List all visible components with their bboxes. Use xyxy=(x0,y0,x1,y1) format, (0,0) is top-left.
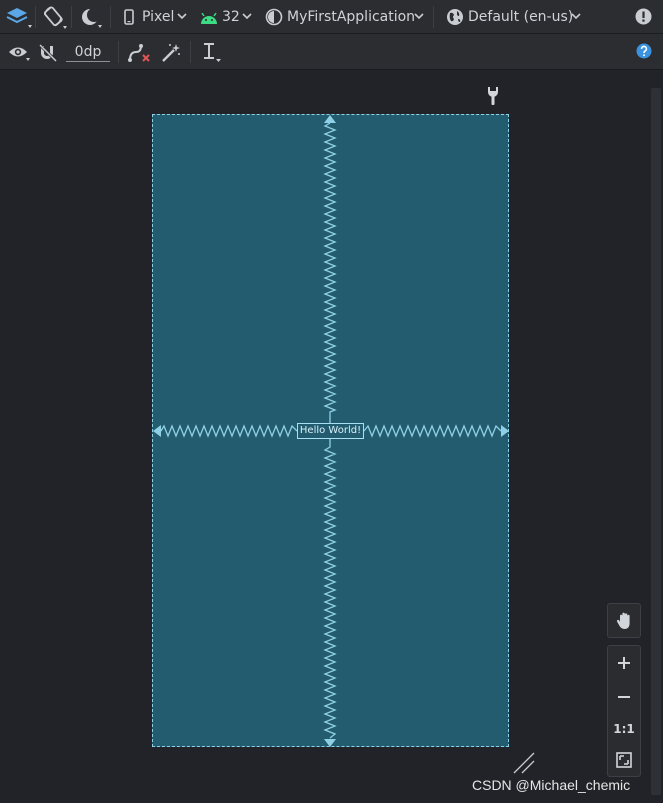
constraint-spring-bottom xyxy=(323,439,337,739)
zoom-reset-button[interactable]: 1:1 xyxy=(608,719,640,739)
theme-icon xyxy=(265,8,283,26)
plus-icon xyxy=(618,657,630,669)
issues-icon[interactable] xyxy=(635,8,652,25)
vertical-scrollbar[interactable] xyxy=(651,88,661,795)
constraint-anchor-bottom xyxy=(324,739,336,747)
magnet-off-icon[interactable] xyxy=(38,43,58,63)
eye-icon[interactable] xyxy=(8,44,32,62)
orientation-icon[interactable] xyxy=(42,5,68,31)
zoom-controls: 1:1 xyxy=(607,645,641,777)
hello-world-textview[interactable]: Hello World! xyxy=(297,423,364,439)
constraint-anchor-right xyxy=(501,425,509,437)
zoom-to-fit-button[interactable] xyxy=(608,750,640,772)
constraint-spring-top xyxy=(323,122,337,423)
default-margin-field[interactable]: 0dp xyxy=(66,43,110,62)
clear-constraints-icon[interactable] xyxy=(127,43,151,63)
watermark-text: CSDN @Michael_chemic xyxy=(472,777,631,793)
constraint-anchor-left xyxy=(153,425,161,437)
hand-icon xyxy=(616,612,630,629)
api-level-selector[interactable]: 32 xyxy=(222,9,240,25)
zoom-in-button[interactable] xyxy=(608,652,640,674)
wrench-icon[interactable] xyxy=(485,86,501,106)
constraint-spring-left xyxy=(160,424,298,438)
layers-icon[interactable] xyxy=(6,6,32,30)
chevron-down-icon xyxy=(177,13,187,20)
theme-selector[interactable]: MyFirstApplication xyxy=(287,9,415,25)
android-icon xyxy=(200,10,218,24)
device-selector[interactable]: Pixel xyxy=(142,9,174,25)
resize-handle-icon[interactable] xyxy=(512,751,536,775)
chevron-down-icon xyxy=(571,13,581,20)
pan-button[interactable] xyxy=(607,603,641,638)
globe-icon xyxy=(446,8,464,26)
locale-selector[interactable]: Default (en-us) xyxy=(468,9,573,25)
night-mode-icon[interactable] xyxy=(79,6,105,30)
constraint-anchor-top xyxy=(324,115,336,123)
minus-icon xyxy=(618,696,630,698)
phone-icon xyxy=(124,9,134,25)
fit-screen-icon xyxy=(616,752,632,768)
zoom-out-button[interactable] xyxy=(608,686,640,708)
chevron-down-icon xyxy=(414,13,424,20)
help-icon[interactable] xyxy=(636,43,652,59)
constraint-toolbar: 0dp xyxy=(0,34,663,70)
guidelines-icon[interactable] xyxy=(201,42,225,64)
constraint-spring-right xyxy=(363,424,502,438)
chevron-down-icon xyxy=(242,13,252,20)
design-toolbar: Pixel 32 MyFirstApplication Default (en-… xyxy=(0,0,663,34)
magic-wand-icon[interactable] xyxy=(160,42,182,64)
